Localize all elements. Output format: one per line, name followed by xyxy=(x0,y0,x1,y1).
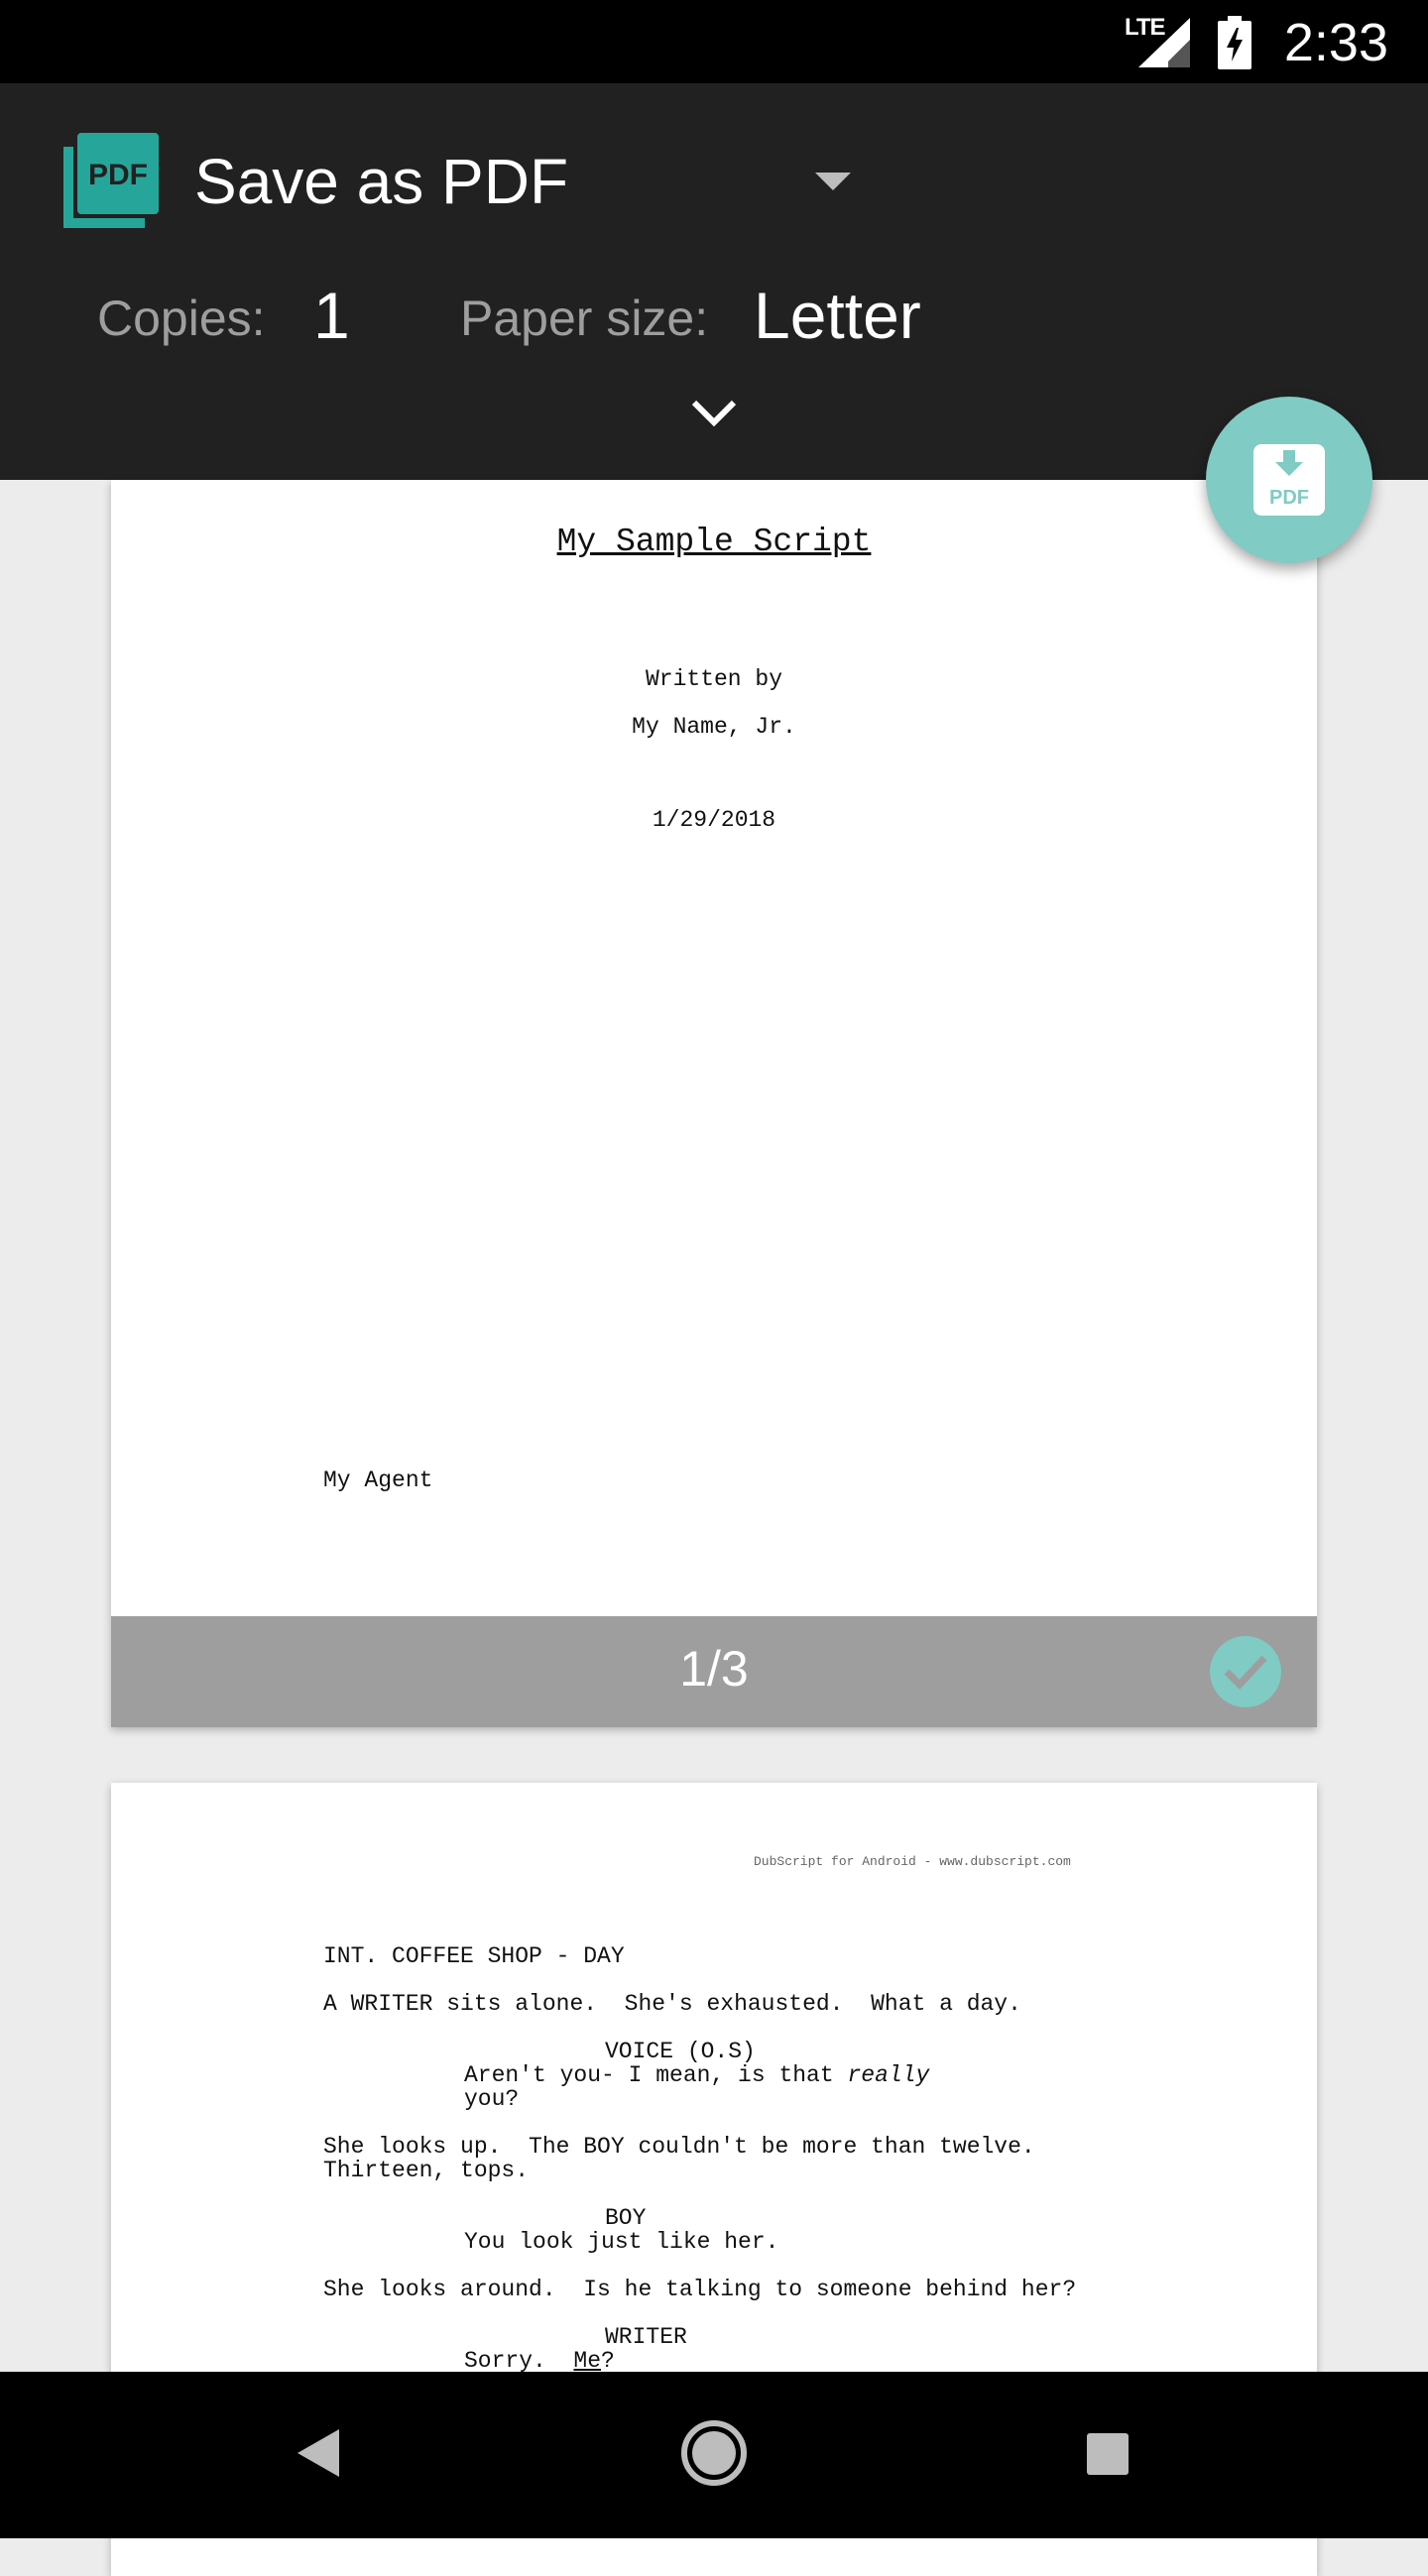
character-name: WRITER xyxy=(605,2324,687,2350)
action-line: Thirteen, tops. xyxy=(323,2158,530,2183)
action-line: She looks around. Is he talking to someo… xyxy=(323,2277,1077,2302)
dialogue-line: You look just like her. xyxy=(464,2229,779,2255)
signal-icon xyxy=(1138,18,1190,67)
status-time: 2:33 xyxy=(1283,13,1388,72)
dialogue-line: Sorry. Me? xyxy=(464,2348,615,2374)
dialogue-italic-text: really xyxy=(847,2062,930,2088)
script-title: My Sample Script xyxy=(556,524,872,560)
dialogue-line: you? xyxy=(464,2086,520,2112)
printer-select[interactable]: Save as PDF xyxy=(194,145,568,218)
page-selected-check-icon[interactable] xyxy=(1210,1636,1281,1707)
dropdown-arrow-icon[interactable] xyxy=(815,173,851,190)
pdf-download-icon: PDF xyxy=(1253,444,1325,516)
save-pdf-button[interactable]: PDF xyxy=(1206,397,1372,563)
dialogue-text: Sorry. xyxy=(464,2348,574,2374)
back-icon[interactable] xyxy=(298,2429,339,2477)
action-line: She looks up. The BOY couldn't be more t… xyxy=(323,2134,1035,2160)
page-number: 1/3 xyxy=(679,1641,749,1697)
svg-text:PDF: PDF xyxy=(88,159,148,191)
recents-icon[interactable] xyxy=(1087,2433,1129,2475)
agent-text: My Agent xyxy=(323,1467,433,1493)
expand-more-icon[interactable] xyxy=(690,397,738,432)
dialogue-underline-text: Me xyxy=(573,2348,602,2374)
paper-size-value[interactable]: Letter xyxy=(754,278,921,353)
character-name: BOY xyxy=(605,2205,647,2231)
print-options-header: PDF Save as PDF Copies: 1 Paper size: Le… xyxy=(0,83,1428,480)
copies-value[interactable]: 1 xyxy=(313,278,350,353)
svg-text:PDF: PDF xyxy=(1269,487,1309,509)
paper-size-label: Paper size: xyxy=(460,291,709,346)
dialogue-text: Aren't you- I mean, is that xyxy=(464,2062,848,2088)
dialogue-text: ? xyxy=(601,2348,615,2374)
author-text: My Name, Jr. xyxy=(632,714,796,740)
written-by-text: Written by xyxy=(645,666,783,692)
date-text: 1/29/2018 xyxy=(652,807,776,833)
navigation-bar xyxy=(0,2372,1428,2538)
watermark-text: DubScript for Android - www.dubscript.co… xyxy=(754,1854,1071,1869)
scene-heading: INT. COFFEE SHOP - DAY xyxy=(323,1943,625,1969)
page-preview-1[interactable]: My Sample Script Written by My Name, Jr.… xyxy=(111,480,1317,1727)
status-bar: LTE 2:33 xyxy=(0,0,1428,83)
copies-label: Copies: xyxy=(97,291,266,346)
character-name: VOICE (O.S) xyxy=(605,2039,756,2064)
battery-charging-icon xyxy=(1218,16,1251,69)
home-icon[interactable] xyxy=(680,2419,748,2487)
pdf-printer-icon: PDF xyxy=(63,133,159,228)
dialogue-line: Aren't you- I mean, is that really xyxy=(464,2062,929,2088)
page-footer: 1/3 xyxy=(111,1616,1317,1727)
action-line: A WRITER sits alone. She's exhausted. Wh… xyxy=(323,1991,1021,2017)
